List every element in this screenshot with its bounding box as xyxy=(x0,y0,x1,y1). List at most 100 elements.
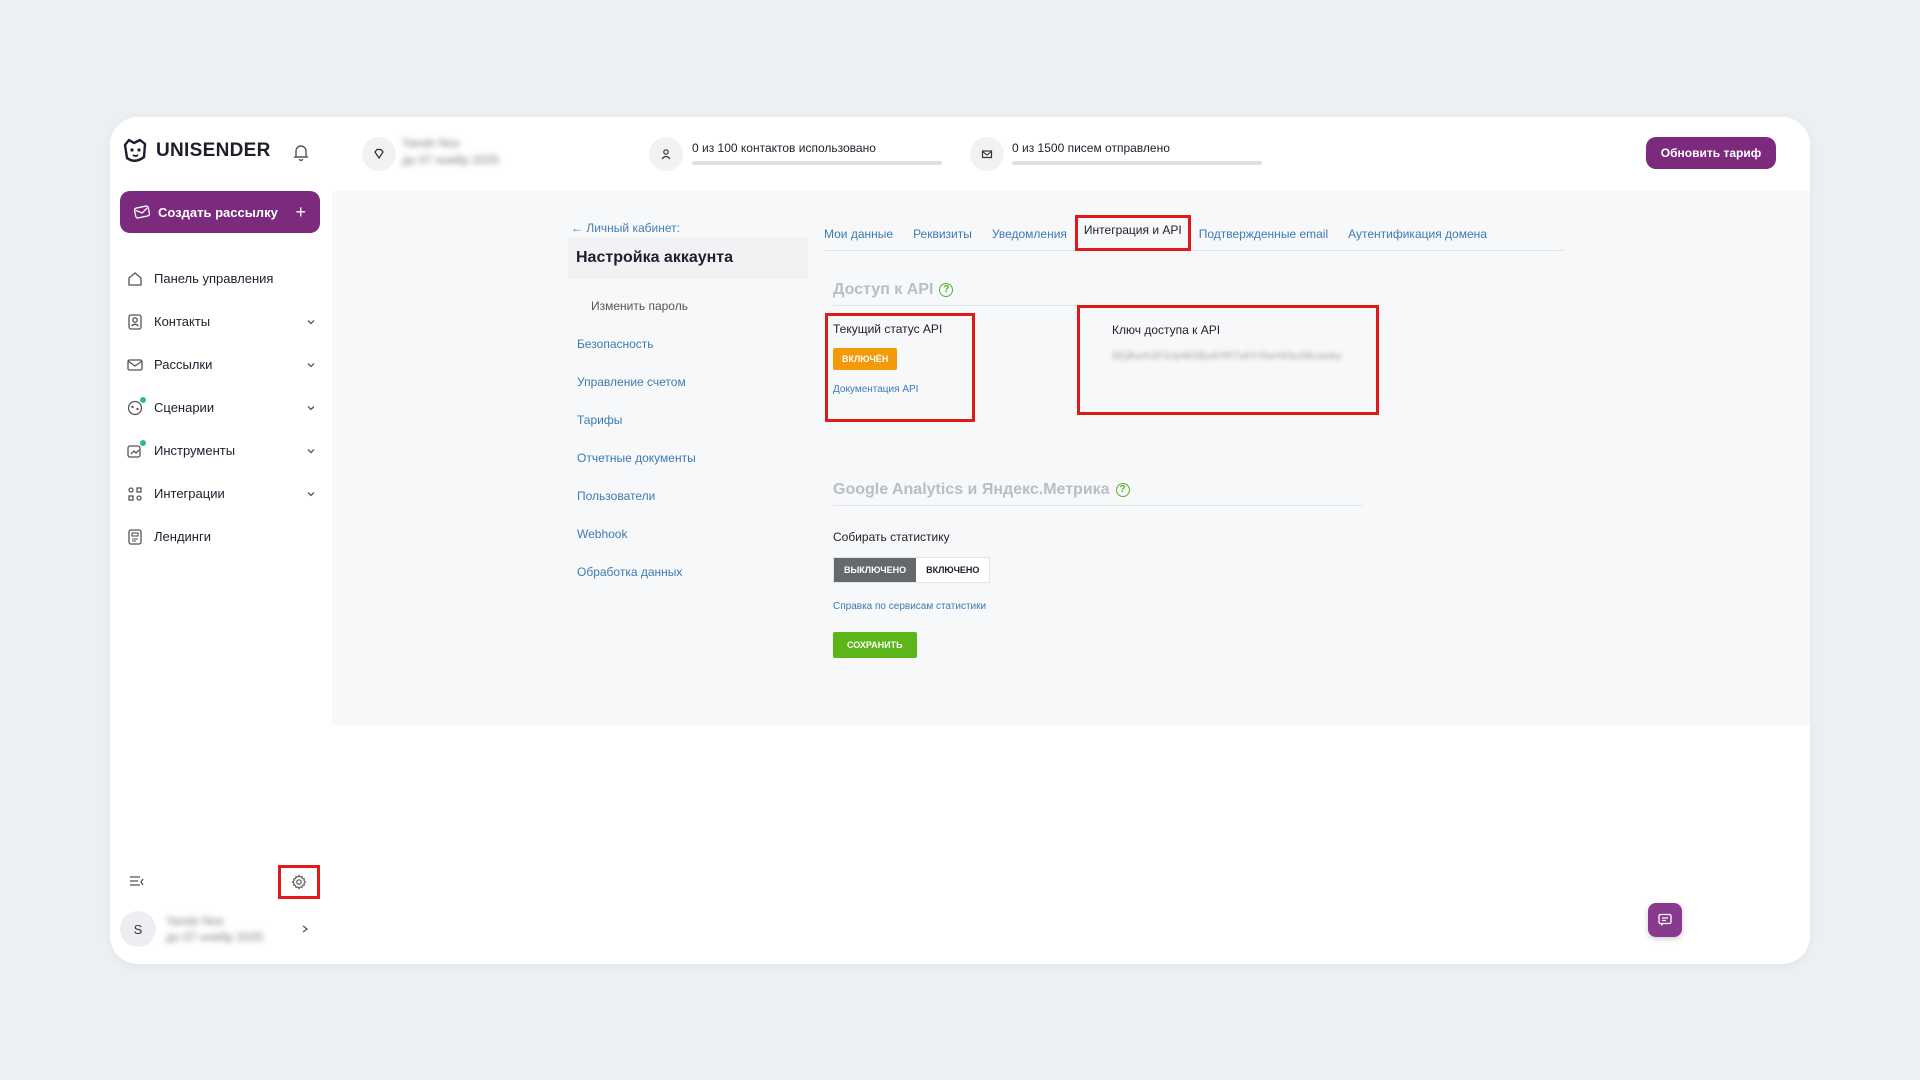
top-bar: Yandx Nox до 07 ноябр 2025 0 из 100 конт… xyxy=(332,117,1810,191)
save-button[interactable]: СОХРАНИТЬ xyxy=(833,632,917,658)
page-title: Настройка аккаунта xyxy=(568,237,808,279)
sidebar-item-integrations[interactable]: Интеграции xyxy=(126,472,316,515)
emails-stat-text: 0 из 1500 писем отправлено xyxy=(1012,141,1170,155)
app-window: UNISENDER Создать рассылку + Панель упра… xyxy=(110,117,1810,964)
api-key-block: Ключ доступа к API 6EjBurh3F3Jp6k5By8rfR… xyxy=(1077,305,1379,415)
create-campaign-button[interactable]: Создать рассылку + xyxy=(120,191,320,233)
collect-stats-toggle: ВЫКЛЮЧЕНО ВКЛЮЧЕНО xyxy=(833,557,991,583)
emails-progress-bar xyxy=(1012,161,1262,165)
back-to-account-link[interactable]: ← Личный кабинет: xyxy=(571,221,680,235)
menu-webhook[interactable]: Webhook xyxy=(577,515,696,553)
tab-integration-api[interactable]: Интеграция и API xyxy=(1074,215,1191,251)
notification-dot xyxy=(140,439,146,446)
sidebar-item-landings[interactable]: Лендинги xyxy=(126,515,316,558)
create-campaign-label: Создать рассылку xyxy=(158,204,278,220)
envelope-icon xyxy=(981,150,993,159)
chat-icon xyxy=(1658,913,1672,926)
sidebar-item-label: Панель управления xyxy=(154,271,274,286)
contacts-progress-bar xyxy=(692,161,942,165)
tab-my-data[interactable]: Мои данные xyxy=(824,219,893,250)
emails-stat: 0 из 1500 писем отправлено xyxy=(1012,141,1262,165)
collapse-menu-icon[interactable] xyxy=(128,873,146,891)
api-status-badge: ВКЛЮЧЁН xyxy=(833,348,898,370)
sidebar-item-label: Контакты xyxy=(154,314,211,329)
tab-notifications[interactable]: Уведомления xyxy=(992,219,1067,250)
help-icon[interactable]: ? xyxy=(939,282,954,297)
gear-icon xyxy=(291,874,307,890)
settings-tabs: Мои данные Реквизиты Уведомления Интегра… xyxy=(824,215,1564,251)
chat-button[interactable] xyxy=(1648,903,1682,937)
home-icon xyxy=(128,271,142,286)
api-status-block: Текущий статус API ВКЛЮЧЁН Документация … xyxy=(825,313,975,422)
chevron-down-icon xyxy=(307,491,315,496)
user-plan-date: до 07 ноябр 2025 xyxy=(166,930,264,944)
chevron-right-icon xyxy=(302,925,309,933)
menu-data-processing[interactable]: Обработка данных xyxy=(577,553,696,591)
diamond-icon xyxy=(374,148,384,160)
change-password-link[interactable]: Изменить пароль xyxy=(577,287,696,325)
api-key-value[interactable]: 6EjBurh3F3Jp6k5By8rfR7s6Yr5wXKbo5kcaeby xyxy=(1112,351,1344,362)
chevron-down-icon xyxy=(307,319,315,324)
main-content: ← Личный кабинет: Настройка аккаунта Изм… xyxy=(332,191,1810,725)
envelope-icon xyxy=(134,205,150,219)
analytics-section-title: Google Analytics и Яндекс.Метрика? xyxy=(833,481,1130,499)
logo[interactable]: UNISENDER xyxy=(120,137,271,165)
emails-stat-badge xyxy=(970,137,1004,171)
divider xyxy=(833,505,1363,506)
menu-security[interactable]: Безопасность xyxy=(577,325,696,363)
user-profile[interactable]: S Yandx Nox до 07 ноябр 2025 xyxy=(120,907,320,951)
chevron-down-icon xyxy=(307,448,315,453)
contacts-stat-badge xyxy=(649,137,683,171)
user-icon xyxy=(661,149,671,160)
notification-dot xyxy=(140,396,146,403)
plan-date: до 07 ноябр 2025 xyxy=(402,153,500,167)
integrations-icon xyxy=(128,486,142,501)
sidebar-item-campaigns[interactable]: Рассылки xyxy=(126,343,316,386)
plan-info: Yandx Nox до 07 ноябр 2025 xyxy=(402,135,499,169)
menu-reports[interactable]: Отчетные документы xyxy=(577,439,696,477)
chevron-down-icon xyxy=(307,405,315,410)
tab-requisites[interactable]: Реквизиты xyxy=(913,219,972,250)
sidebar-item-scenarios[interactable]: Сценарии xyxy=(126,386,316,429)
api-key-label: Ключ доступа к API xyxy=(1112,323,1221,337)
tab-confirmed-emails[interactable]: Подтвержденные email xyxy=(1199,219,1328,250)
analytics-help-link[interactable]: Справка по сервисам статистики xyxy=(833,601,986,612)
dog-logo-icon xyxy=(123,138,147,162)
api-section-title: Доступ к API? xyxy=(833,281,954,299)
plan-badge[interactable] xyxy=(362,137,396,171)
sidebar-item-dashboard[interactable]: Панель управления xyxy=(126,257,316,300)
mail-icon xyxy=(127,358,143,371)
plus-icon: + xyxy=(295,201,306,222)
api-docs-link[interactable]: Документация API xyxy=(833,384,967,395)
settings-menu: Изменить пароль Безопасность Управление … xyxy=(577,287,696,591)
toggle-on-option[interactable]: ВКЛЮЧЕНО xyxy=(916,558,990,582)
sidebar-item-contacts[interactable]: Контакты xyxy=(126,300,316,343)
menu-tariffs[interactable]: Тарифы xyxy=(577,401,696,439)
sidebar-item-label: Лендинги xyxy=(154,529,211,544)
tab-domain-auth[interactable]: Аутентификация домена xyxy=(1348,219,1487,250)
sidebar-item-tools[interactable]: Инструменты xyxy=(126,429,316,472)
sidebar-item-label: Сценарии xyxy=(154,400,215,415)
logo-text: UNISENDER xyxy=(156,140,271,161)
landing-icon xyxy=(128,528,142,545)
plan-name: Yandx Nox xyxy=(402,136,460,150)
contacts-icon xyxy=(128,313,142,330)
settings-button[interactable] xyxy=(278,865,320,899)
api-status-label: Текущий статус API xyxy=(833,322,943,336)
upgrade-plan-button[interactable]: Обновить тариф xyxy=(1646,137,1776,169)
user-name: Yandx Nox xyxy=(166,914,224,928)
chevron-down-icon xyxy=(307,362,315,367)
contacts-stat-text: 0 из 100 контактов использовано xyxy=(692,141,876,155)
sidebar-nav: Панель управления Контакты Рассылки Сцен… xyxy=(126,257,316,558)
collect-stats-label: Собирать статистику xyxy=(833,530,950,544)
avatar: S xyxy=(120,911,156,947)
sidebar: UNISENDER Создать рассылку + Панель упра… xyxy=(110,117,332,964)
menu-users[interactable]: Пользователи xyxy=(577,477,696,515)
menu-billing[interactable]: Управление счетом xyxy=(577,363,696,401)
contacts-stat: 0 из 100 контактов использовано xyxy=(692,141,942,165)
bell-icon[interactable] xyxy=(290,141,312,163)
sidebar-item-label: Интеграции xyxy=(154,486,225,501)
help-icon[interactable]: ? xyxy=(1115,482,1130,497)
toggle-off-option[interactable]: ВЫКЛЮЧЕНО xyxy=(834,558,917,582)
sidebar-item-label: Рассылки xyxy=(154,357,213,372)
